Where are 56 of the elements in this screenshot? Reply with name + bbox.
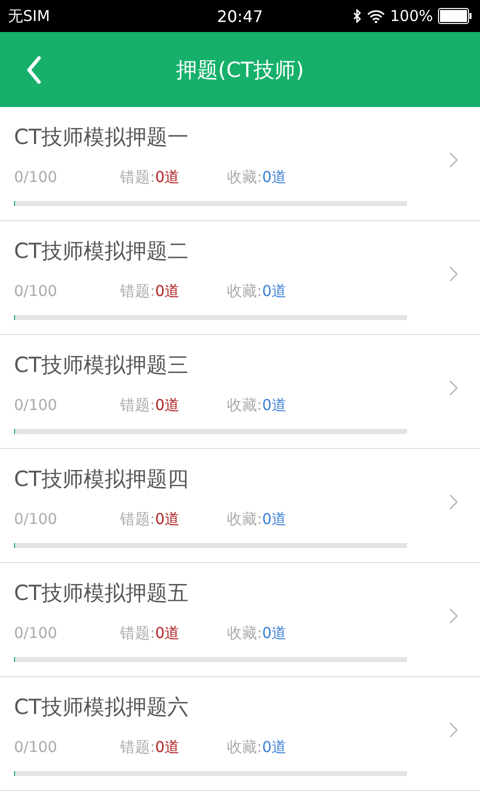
wrong-label: 错题: bbox=[120, 624, 156, 642]
exam-list-item[interactable]: CT技师模拟押题二 0/100 错题:0道 收藏:0道 bbox=[0, 221, 480, 335]
exam-title: CT技师模拟押题三 bbox=[14, 352, 190, 379]
progress-count: 0/100 bbox=[14, 623, 58, 644]
wrong-count: 0道 bbox=[155, 168, 180, 186]
wrong-label: 错题: bbox=[120, 510, 156, 528]
wrong-label: 错题: bbox=[120, 282, 156, 300]
page-title: 押题(CT技师) bbox=[176, 56, 304, 84]
favorite-label: 收藏: bbox=[227, 282, 262, 300]
favorite-label: 收藏: bbox=[227, 510, 262, 528]
favorite-label: 收藏: bbox=[227, 396, 262, 414]
exam-title: CT技师模拟押题五 bbox=[14, 580, 190, 607]
wrong-label: 错题: bbox=[120, 168, 156, 186]
exam-title: CT技师模拟押题一 bbox=[14, 124, 190, 151]
exam-list-item[interactable]: CT技师模拟押题六 0/100 错题:0道 收藏:0道 bbox=[0, 677, 480, 791]
exam-list-item[interactable]: CT技师模拟押题一 0/100 错题:0道 收藏:0道 bbox=[0, 107, 480, 221]
favorite-count: 0道 bbox=[262, 510, 287, 528]
progress-count: 0/100 bbox=[14, 509, 58, 530]
wrong-count: 0道 bbox=[155, 738, 180, 756]
back-icon bbox=[26, 56, 42, 84]
progress-count: 0/100 bbox=[14, 281, 58, 302]
progress-count: 0/100 bbox=[14, 167, 58, 188]
chevron-right-icon bbox=[449, 608, 458, 624]
wrong-count: 0道 bbox=[155, 624, 180, 642]
chevron-right-icon bbox=[449, 494, 458, 510]
chevron-right-icon bbox=[449, 266, 458, 282]
favorite-count: 0道 bbox=[262, 396, 287, 414]
wrong-count: 0道 bbox=[155, 396, 180, 414]
favorite-count: 0道 bbox=[262, 168, 287, 186]
favorite-count: 0道 bbox=[262, 738, 287, 756]
favorite-label: 收藏: bbox=[227, 738, 262, 756]
favorite-count: 0道 bbox=[262, 624, 287, 642]
clock-text: 20:47 bbox=[216, 6, 264, 26]
favorite-count: 0道 bbox=[262, 282, 287, 300]
exam-list-item[interactable]: CT技师模拟押题三 0/100 错题:0道 收藏:0道 bbox=[0, 335, 480, 449]
chevron-right-icon bbox=[449, 380, 458, 396]
battery-icon bbox=[438, 8, 472, 24]
favorite-label: 收藏: bbox=[227, 168, 262, 186]
battery-text: 100% bbox=[390, 7, 433, 25]
exam-title: CT技师模拟押题四 bbox=[14, 466, 190, 493]
progress-count: 0/100 bbox=[14, 395, 58, 416]
wrong-count: 0道 bbox=[155, 510, 180, 528]
wifi-icon bbox=[367, 10, 386, 22]
progress-count: 0/100 bbox=[14, 737, 58, 758]
exam-list-item[interactable]: CT技师模拟押题四 0/100 错题:0道 收藏:0道 bbox=[0, 449, 480, 563]
chevron-right-icon bbox=[449, 722, 458, 738]
chevron-right-icon bbox=[449, 152, 458, 168]
exam-title: CT技师模拟押题六 bbox=[14, 694, 190, 721]
carrier-text: 无SIM bbox=[8, 6, 50, 26]
exam-title: CT技师模拟押题二 bbox=[14, 238, 190, 265]
wrong-label: 错题: bbox=[120, 738, 156, 756]
bluetooth-icon bbox=[353, 9, 362, 23]
favorite-label: 收藏: bbox=[227, 624, 262, 642]
wrong-count: 0道 bbox=[155, 282, 180, 300]
wrong-label: 错题: bbox=[120, 396, 156, 414]
exam-list-item[interactable]: CT技师模拟押题五 0/100 错题:0道 收藏:0道 bbox=[0, 563, 480, 677]
